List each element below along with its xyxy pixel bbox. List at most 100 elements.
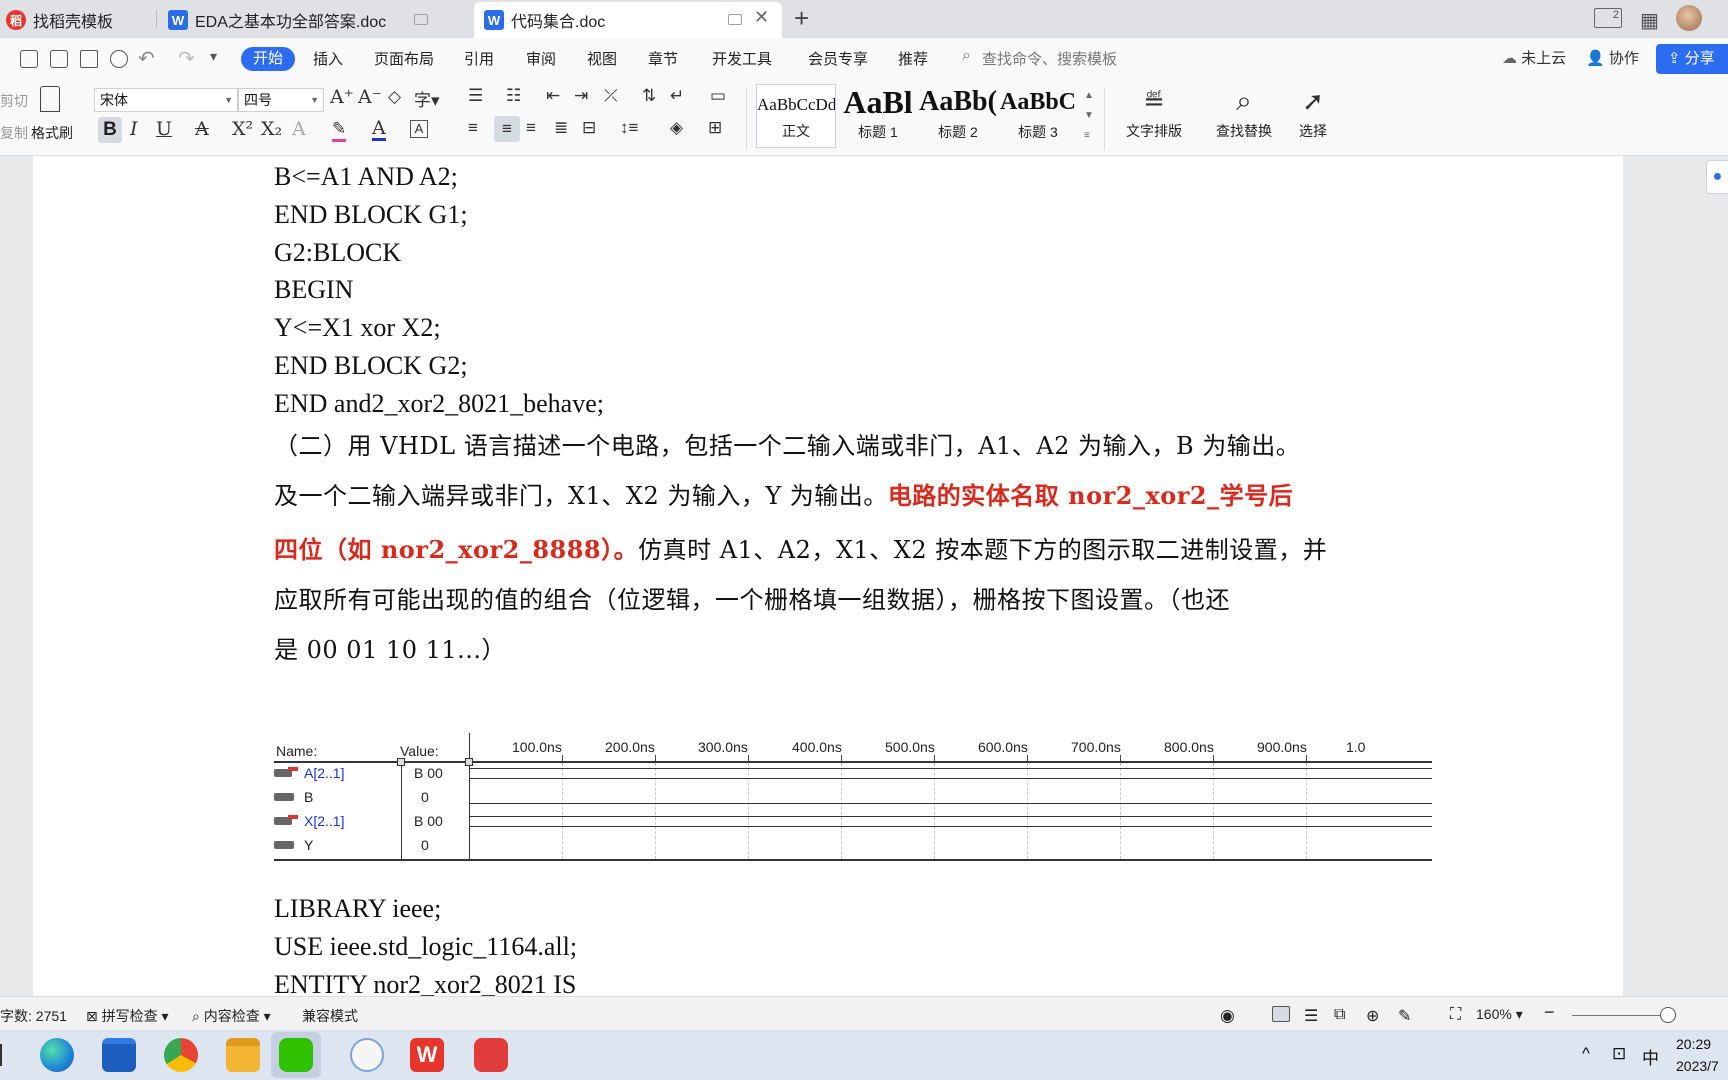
bold-icon[interactable]: B (98, 117, 122, 143)
subscript-icon[interactable]: X₂ (261, 118, 282, 140)
ruler-icon[interactable]: ▭ (710, 86, 726, 106)
wechat-icon[interactable] (279, 1038, 313, 1072)
text-layout-button[interactable]: ≝ 文字排版 (1116, 84, 1192, 141)
format-painter-button[interactable]: 格式刷 (31, 123, 73, 143)
copy-button[interactable]: 复制 (0, 123, 28, 143)
outline-view-icon[interactable]: ☰ (1304, 1006, 1318, 1026)
location-pin-icon[interactable]: ● (1706, 160, 1728, 194)
close-tab-icon[interactable]: ✕ (754, 7, 769, 28)
font-color-icon[interactable]: A (372, 118, 386, 141)
italic-icon[interactable]: I (130, 118, 138, 140)
distribute-icon[interactable]: ⊟ (582, 118, 596, 138)
content-check-button[interactable]: ⌕ 内容检查 ▾ (192, 1006, 271, 1026)
style-heading-3[interactable]: AaBbC 标题 3 (998, 84, 1078, 148)
window-layout-icon[interactable]: 2 (1594, 8, 1622, 28)
network-app-icon[interactable] (350, 1038, 384, 1072)
word-count[interactable]: 字数: 2751 (0, 1006, 67, 1026)
superscript-icon[interactable]: X² (232, 118, 253, 140)
style-normal[interactable]: AaBbCcDd 正文 (756, 84, 836, 148)
clock-date[interactable]: 2023/7 (1676, 1058, 1719, 1074)
fit-page-icon[interactable]: ⛶ (1450, 1006, 1461, 1024)
decrease-indent-icon[interactable]: ⇤ (546, 86, 560, 106)
tray-chevron-icon[interactable]: ^ (1582, 1044, 1590, 1064)
tab-docer[interactable]: 稻 找稻壳模板 (6, 2, 156, 38)
shrink-font-icon[interactable]: A⁻ (358, 86, 382, 108)
font-family-select[interactable]: 宋体 ▼ (94, 88, 238, 112)
align-center-icon[interactable]: ≡ (494, 116, 520, 142)
store-icon[interactable] (102, 1038, 136, 1072)
clock-time[interactable]: 20:29 (1676, 1036, 1711, 1052)
web-view-icon[interactable]: ⊕ (1366, 1006, 1379, 1026)
edge-browser-icon[interactable] (40, 1038, 74, 1072)
borders-icon[interactable]: ⊞ (708, 118, 722, 138)
export-icon[interactable] (50, 50, 68, 68)
splitter-handle[interactable] (465, 758, 473, 766)
zoom-out-icon[interactable]: − (1544, 1002, 1555, 1023)
font-size-select[interactable]: 四号 ▼ (238, 88, 324, 112)
zoom-slider-thumb[interactable] (1660, 1007, 1676, 1023)
document-page[interactable]: B<=A1 AND A2; END BLOCK G1; G2:BLOCK BEG… (33, 156, 1623, 996)
show-marks-icon[interactable]: ↵ (670, 86, 684, 106)
line-spacing-icon[interactable]: ↕≡ (620, 118, 638, 138)
increase-indent-icon[interactable]: ⇥ (574, 86, 588, 106)
ime-language-indicator[interactable]: 中 (1642, 1044, 1659, 1069)
page-view-icon[interactable] (1272, 1006, 1290, 1022)
spell-check-button[interactable]: ⊠ 拼写检查 ▾ (86, 1006, 169, 1026)
strikethrough-icon[interactable]: A (195, 118, 209, 140)
print-icon[interactable] (80, 50, 98, 68)
style-heading-1[interactable]: AaBl 标题 1 (838, 84, 918, 148)
apps-grid-icon[interactable]: ▦ (1640, 8, 1659, 33)
menu-tab-view[interactable]: 视图 (587, 48, 617, 69)
reading-view-icon[interactable]: ⧉ (1334, 1006, 1345, 1024)
avatar[interactable] (1676, 5, 1702, 31)
splitter-handle[interactable] (397, 758, 405, 766)
collaborate-button[interactable]: 👤 协作 (1586, 47, 1639, 68)
chrome-icon[interactable] (164, 1038, 198, 1072)
command-search-input[interactable]: 查找命令、搜索模板 (982, 48, 1117, 69)
phonetic-guide-icon[interactable]: 字▾ (414, 86, 440, 111)
screen-recorder-icon[interactable] (474, 1038, 508, 1072)
save-icon[interactable] (20, 50, 38, 68)
grow-font-icon[interactable]: A⁺ (330, 86, 354, 108)
write-mode-icon[interactable]: ✎ (1398, 1006, 1411, 1026)
align-right-icon[interactable]: ≡ (526, 118, 536, 138)
zoom-level-select[interactable]: 160% ▾ (1476, 1006, 1523, 1023)
wps-office-icon[interactable]: W (410, 1038, 444, 1072)
customize-chevron-icon[interactable]: ▾ (210, 48, 217, 65)
select-button[interactable]: ➚ 选择 (1290, 84, 1336, 141)
menu-tab-recommend[interactable]: 推荐 (898, 48, 928, 69)
justify-icon[interactable]: ≣ (554, 118, 568, 138)
style-heading-2[interactable]: AaBb( 标题 2 (918, 84, 998, 148)
menu-tab-references[interactable]: 引用 (464, 48, 494, 69)
highlight-icon[interactable]: ✎ (332, 119, 347, 142)
redo-icon[interactable]: ↷ (178, 46, 195, 71)
menu-tab-review[interactable]: 审阅 (526, 48, 556, 69)
cut-button[interactable]: 剪切 (0, 91, 28, 111)
menu-tab-insert[interactable]: 插入 (313, 48, 343, 69)
undo-icon[interactable]: ↶ (138, 46, 155, 71)
underline-icon[interactable]: U (156, 118, 172, 140)
shading-icon[interactable]: ◈ (670, 118, 683, 138)
menu-tab-chapter[interactable]: 章节 (648, 48, 678, 69)
character-border-icon[interactable]: A (410, 120, 428, 138)
eye-protection-icon[interactable]: ◉ (1220, 1006, 1235, 1026)
ime-settings-icon[interactable]: ⊡ (1612, 1044, 1626, 1064)
text-effect-icon[interactable]: A (292, 118, 306, 140)
menu-tab-member[interactable]: 会员专享 (808, 48, 868, 69)
file-explorer-icon[interactable] (226, 1038, 260, 1072)
sort-icon[interactable]: ⇅ (642, 86, 656, 106)
share-button[interactable]: ⇪ 分享 (1656, 44, 1728, 74)
menu-tab-start[interactable]: 开始 (241, 47, 295, 71)
chinese-layout-icon[interactable]: ⤫ (604, 86, 618, 106)
numbered-list-icon[interactable]: ☷ (506, 86, 521, 106)
find-replace-button[interactable]: ⌕ 查找替换 (1206, 84, 1282, 141)
new-tab-icon[interactable]: + (794, 3, 809, 34)
menu-tab-developer[interactable]: 开发工具 (712, 48, 772, 69)
print-preview-icon[interactable] (110, 50, 128, 68)
cloud-status-button[interactable]: ☁ 未上云 (1502, 47, 1566, 68)
align-left-icon[interactable]: ≡ (468, 118, 478, 138)
clear-format-icon[interactable]: ◇ (388, 87, 401, 107)
style-scroll-icon[interactable]: ▲ ▼ ≡ (1084, 86, 1094, 146)
zoom-slider-track[interactable] (1572, 1015, 1668, 1016)
bullet-list-icon[interactable]: ☰ (468, 86, 483, 106)
